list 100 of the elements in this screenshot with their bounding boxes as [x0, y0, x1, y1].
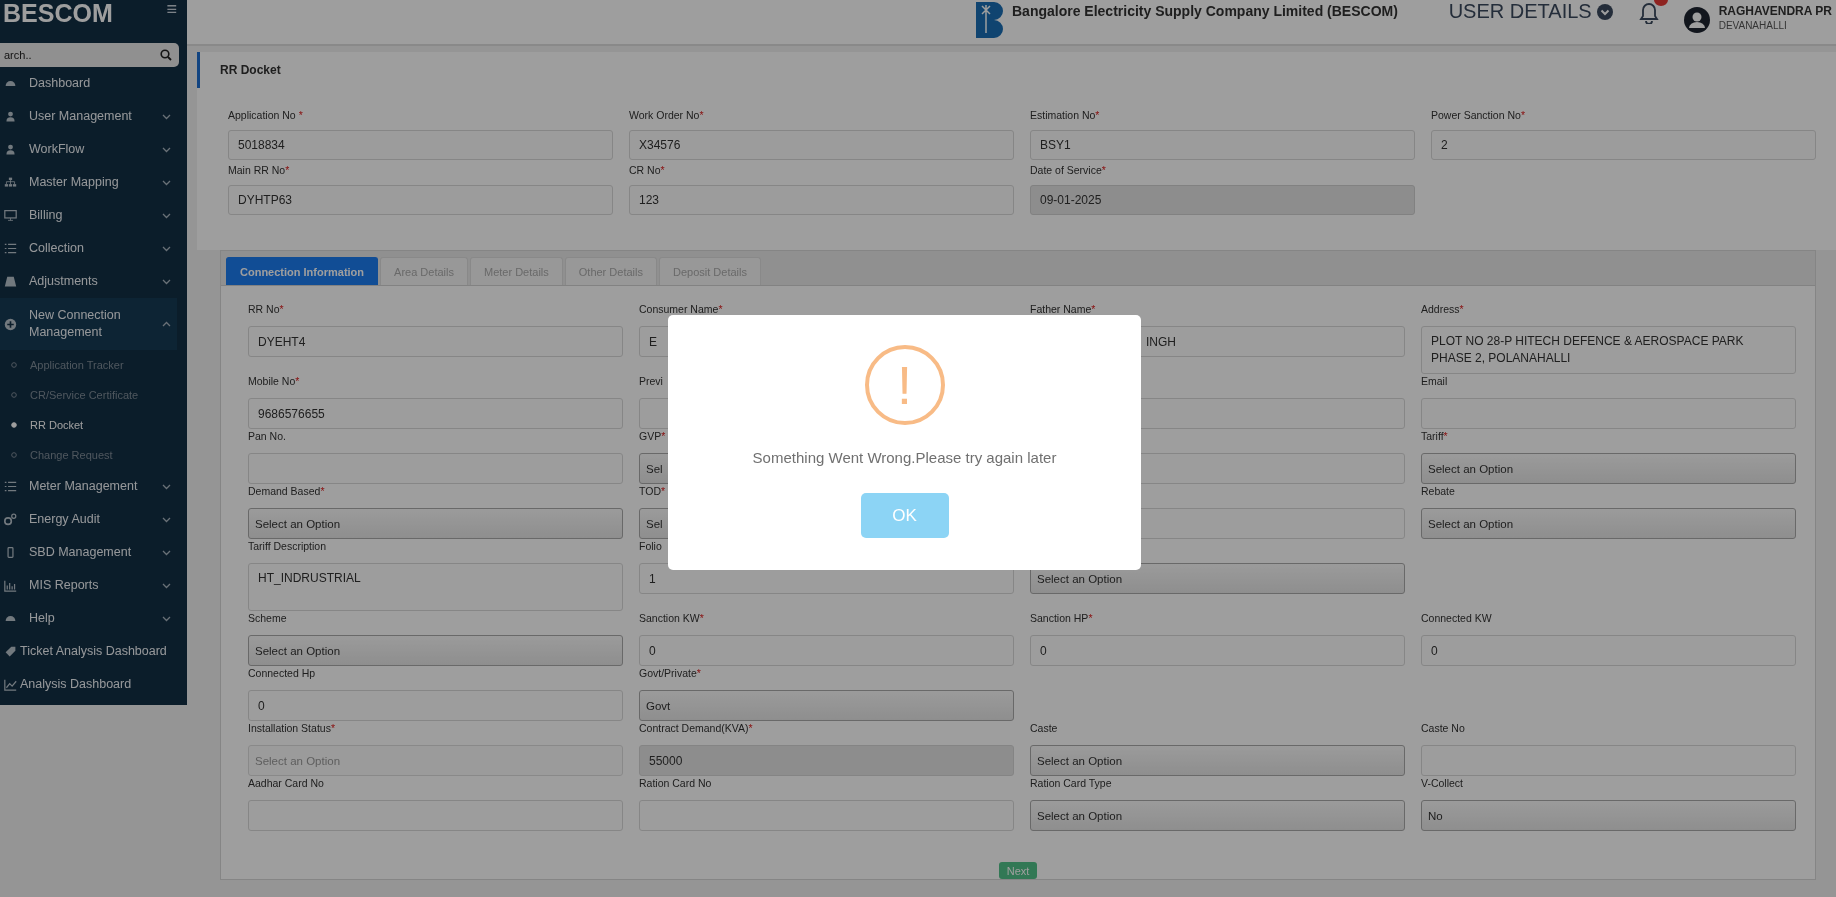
brand-logo-text: BESCOM	[3, 1, 113, 26]
nav-item[interactable]: Billing	[0, 199, 187, 232]
field-label: Caste	[1030, 721, 1058, 736]
nav-item[interactable]: Help	[0, 602, 187, 635]
select-field[interactable]: Select an Option	[248, 635, 623, 666]
list-icon	[4, 242, 17, 255]
text-field[interactable]: BSY1	[1030, 130, 1415, 160]
chevron-down-icon	[162, 278, 171, 285]
nav-item[interactable]: Master Mapping	[0, 166, 187, 199]
line-chart-icon	[4, 678, 17, 691]
select-field[interactable]: Select an Option	[1421, 508, 1796, 539]
field-label: TOD*	[639, 484, 666, 499]
text-field[interactable]: X34576	[629, 130, 1014, 160]
field-label: Mobile No*	[248, 374, 300, 389]
nav-item[interactable]: New Connection Management	[0, 298, 177, 350]
text-field[interactable]: 2	[1431, 130, 1816, 160]
text-field[interactable]	[639, 800, 1014, 831]
select-field[interactable]: Govt	[639, 690, 1014, 721]
search-field[interactable]: arch..	[0, 43, 179, 67]
field-label: Address*	[1421, 302, 1464, 317]
field-label: Ration Card Type	[1030, 776, 1112, 791]
text-field[interactable]: 0	[639, 635, 1014, 666]
field-label: Connected Hp	[248, 666, 316, 681]
nav-item[interactable]: Dashboard	[0, 67, 187, 100]
menu-button[interactable]: ≡	[166, 0, 177, 18]
field-label: Power Sanction No*	[1431, 108, 1525, 123]
user-icon	[4, 110, 17, 123]
select-field[interactable]: Select an Option	[1030, 800, 1405, 831]
dot-icon	[11, 422, 17, 428]
field-label: Sanction KW*	[639, 611, 704, 626]
bell-icon[interactable]	[1638, 2, 1659, 24]
select-field[interactable]: No	[1421, 800, 1796, 831]
list-icon	[4, 480, 17, 493]
nav-item[interactable]: MIS Reports	[0, 569, 187, 602]
text-field[interactable]: 0	[1421, 635, 1796, 666]
field-label: Estimation No*	[1030, 108, 1100, 123]
nav-item[interactable]: Analysis Dashboard	[0, 668, 187, 701]
field-label: Email	[1421, 374, 1448, 389]
company-title: Bangalore Electricity Supply Company Limited (BESCOM)	[1012, 3, 1398, 19]
field-label: V-Collect	[1421, 776, 1463, 791]
text-field[interactable]: 5018834	[228, 130, 613, 160]
chevron-down-icon	[162, 549, 171, 556]
chevron-down-icon	[162, 516, 171, 523]
field-label: CR No*	[629, 163, 665, 178]
chevron-down-icon	[162, 582, 171, 589]
nav-item[interactable]: User Management	[0, 100, 187, 133]
chevron-down-icon	[162, 615, 171, 622]
text-field[interactable]: 0	[1030, 635, 1405, 666]
field-label: GVP*	[639, 429, 666, 444]
chevron-up-icon	[162, 321, 171, 327]
ring-icon	[11, 452, 17, 458]
nav-item[interactable]: SBD Management	[0, 536, 187, 569]
field-label: Application No *	[228, 108, 303, 123]
nav-subitem[interactable]: RR Docket	[0, 410, 187, 440]
page-title: RR Docket	[220, 63, 281, 77]
select-field[interactable]: Select an Option	[248, 508, 623, 539]
chevron-down-icon	[162, 245, 171, 252]
field-label: RR No*	[248, 302, 284, 317]
select-field[interactable]: Select an Option	[1030, 745, 1405, 776]
text-field[interactable]: 0	[248, 690, 623, 721]
warning-icon: !	[864, 345, 945, 425]
chevron-circle-icon	[1596, 3, 1613, 20]
search-icon	[160, 49, 172, 61]
text-area[interactable]: HT_INDRUSTRIAL	[248, 563, 623, 611]
bar-chart-icon	[4, 579, 17, 592]
notification-badge-icon	[1653, 0, 1668, 6]
field-label: Installation Status*	[248, 721, 335, 736]
chevron-down-icon	[162, 483, 171, 490]
nav-item[interactable]: WorkFlow	[0, 133, 187, 166]
ring-icon	[11, 392, 17, 398]
field-label: Consumer Name*	[639, 302, 723, 317]
field-label: Work Order No*	[629, 108, 704, 123]
chevron-down-icon	[162, 113, 171, 120]
dialog-message: Something Went Wrong.Please try again later	[752, 449, 1057, 466]
avatar-icon[interactable]	[1682, 6, 1711, 34]
tab[interactable]: Connection Information	[226, 257, 379, 285]
user-location: DEVANAHALLI	[1718, 20, 1788, 31]
select-field[interactable]: Select an Option	[1421, 453, 1796, 484]
nav-item[interactable]: Ticket Analysis Dashboard	[0, 635, 187, 668]
text-field[interactable]: DYHTP63	[228, 185, 613, 215]
text-field[interactable]: DYEHT4	[248, 326, 623, 357]
select-field[interactable]: Select an Option	[1030, 563, 1405, 594]
chevron-down-icon	[162, 212, 171, 219]
field-label: Sanction HP*	[1030, 611, 1093, 626]
nav-item[interactable]: Adjustments	[0, 265, 187, 298]
field-label: Demand Based*	[248, 484, 325, 499]
text-field[interactable]	[248, 800, 623, 831]
text-field[interactable]	[1421, 745, 1796, 776]
chevron-down-icon	[162, 146, 171, 153]
nav-item[interactable]: Meter Management	[0, 470, 187, 503]
phone-icon	[4, 546, 17, 559]
nav-item[interactable]: Energy Audit	[0, 503, 187, 536]
text-field[interactable]: 123	[629, 185, 1014, 215]
field-label: Pan No.	[248, 429, 286, 444]
text-field[interactable]	[1421, 398, 1796, 429]
text-field[interactable]: 9686576655	[248, 398, 623, 429]
text-field[interactable]	[248, 453, 623, 484]
plus-circle-icon	[4, 317, 17, 331]
nav-item[interactable]: Collection	[0, 232, 187, 265]
text-area[interactable]: PLOT NO 28-P HITECH DEFENCE & AEROSPACE PARK PHASE 2, POLANAHALLI	[1421, 326, 1796, 374]
